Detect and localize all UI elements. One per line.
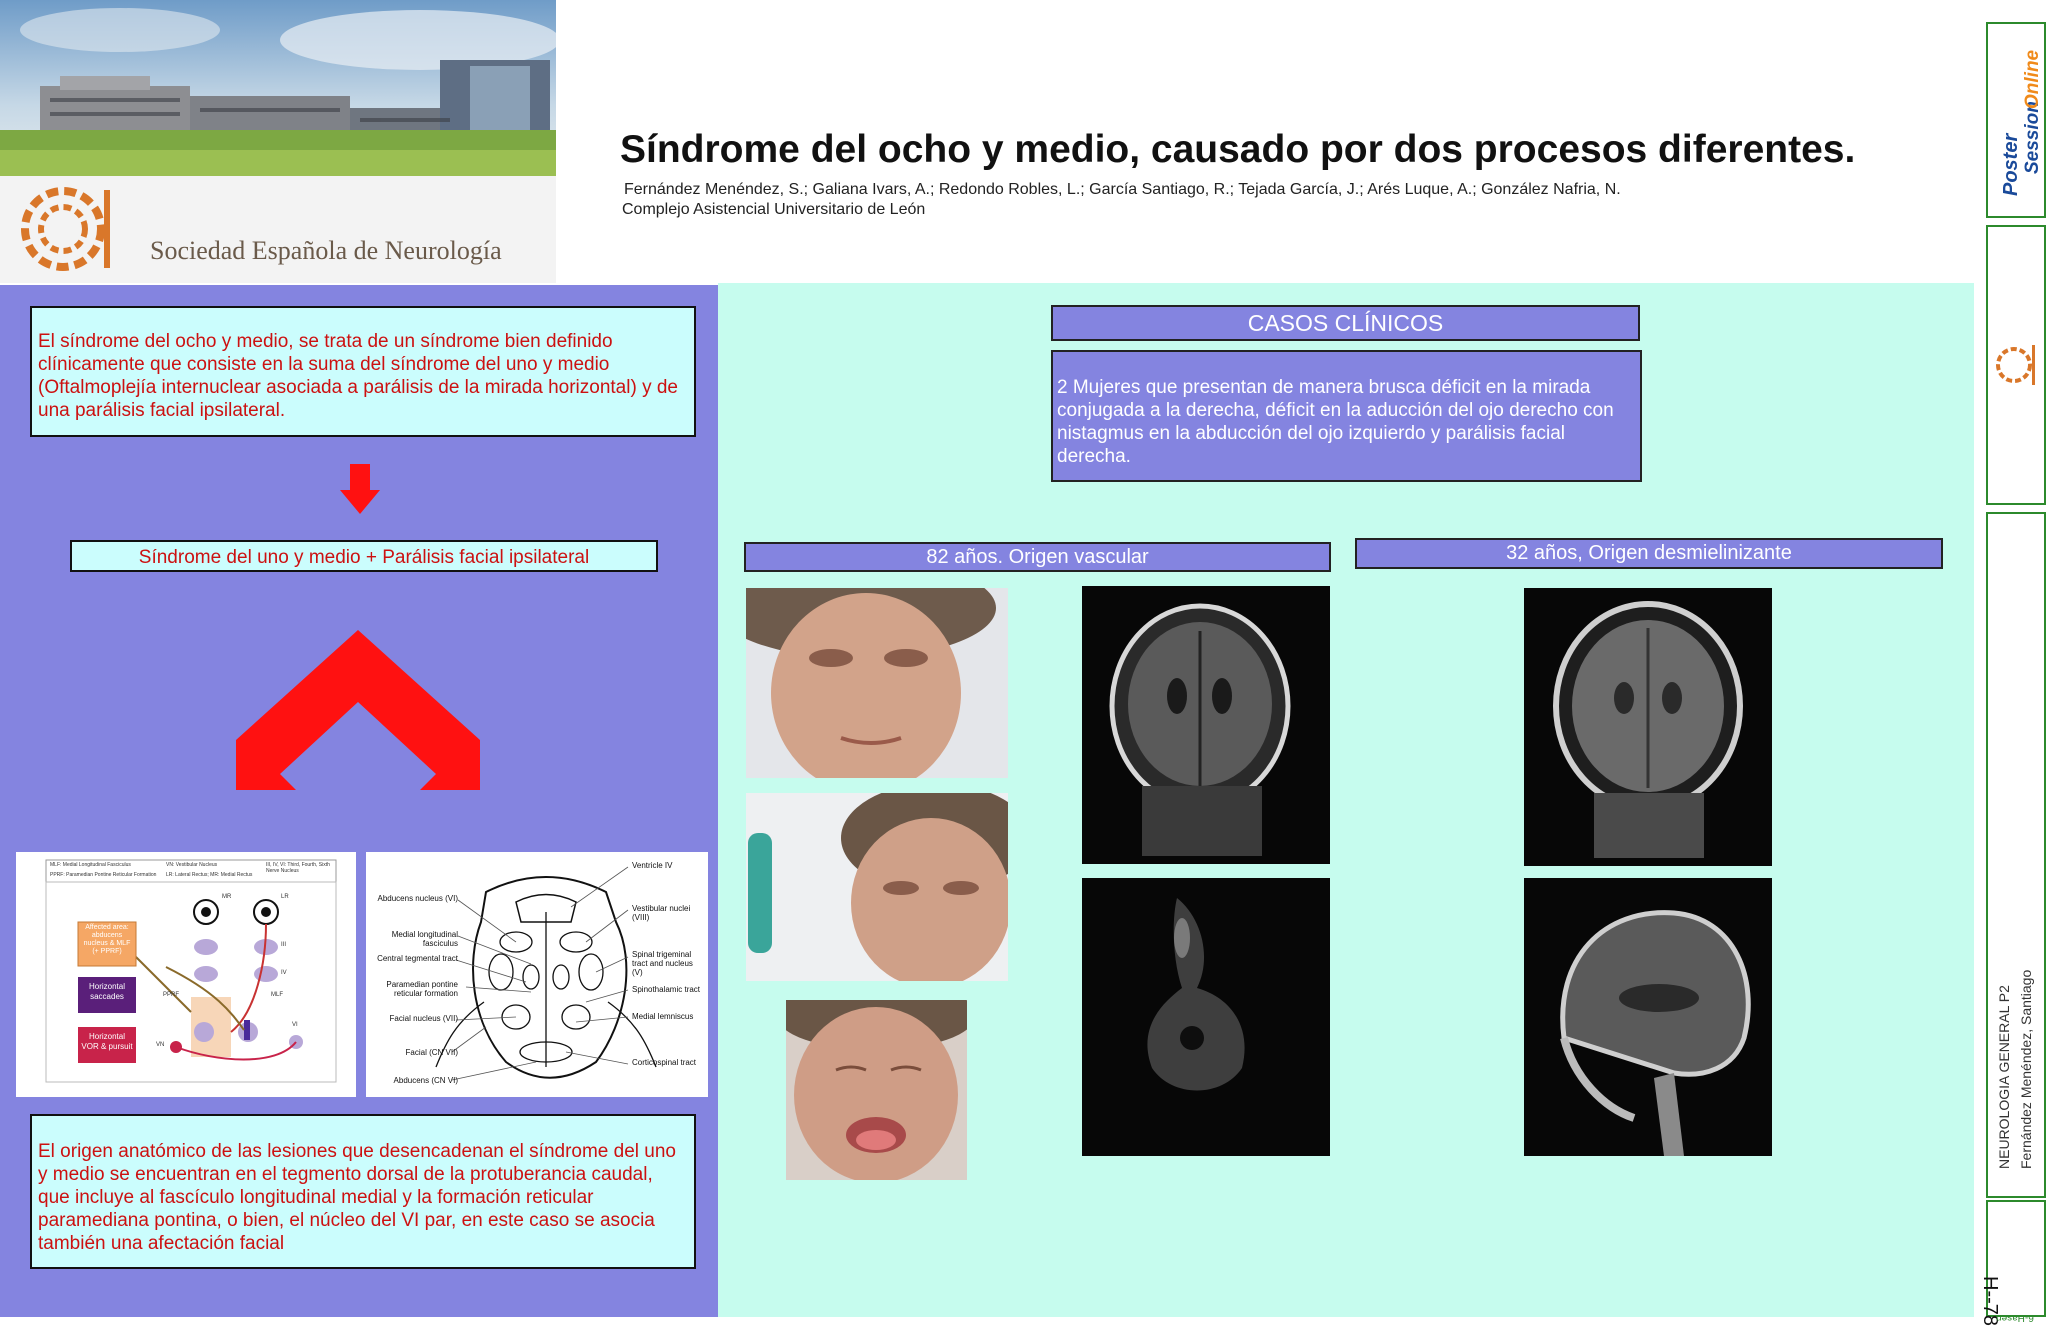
mri-sagittal-case2: [1524, 878, 1772, 1156]
patient-photo-1: [746, 588, 1008, 778]
legend-mlf: MLF: Medial Longitudinal Fasciculus: [50, 862, 131, 868]
brand-session: Session: [2022, 101, 2043, 174]
lbl-corticospinal: Corticospinal tract: [632, 1058, 697, 1067]
poster-code-panel: H--78 6-Hasen: [1979, 1200, 2046, 1326]
lbl-spinothalamic: Spinothalamic tract: [632, 985, 701, 994]
author-label: Fernández Menéndez, Santiago: [2018, 969, 2034, 1169]
mr-label: MR: [222, 894, 232, 900]
case1-label: 82 años. Origen vascular: [744, 542, 1331, 572]
iii-label: III: [281, 942, 287, 948]
lbl-facial-nucleus: Facial nucleus (VII): [389, 1014, 458, 1023]
legend-rectus: LR: Lateral Rectus; MR: Medial Rectus: [166, 872, 253, 878]
lbl-trigeminal: Spinal trigeminal tract and nucleus (V): [632, 950, 693, 977]
brain-small-icon: [1996, 345, 2035, 385]
mlf-label: MLF: [271, 992, 283, 998]
authors: Fernández Menéndez, S.; Galiana Ivars, A…: [624, 181, 1621, 198]
pons-section-diagram: Abducens nucleus (VI) Medial longitudina…: [366, 852, 708, 1097]
origin-text: El origen anatómico de las lesiones que …: [30, 1114, 696, 1269]
down-arrow-icon: [340, 464, 380, 514]
case2-label: 32 años, Origen desmielinizante: [1355, 538, 1943, 569]
mri-dwi-case1: [1082, 878, 1330, 1156]
mri-coronal-case2: [1524, 588, 1772, 866]
lbl-facial-nerve: Facial (CN VII): [405, 1048, 458, 1057]
iv-label: IV: [281, 970, 287, 976]
lbl-pprf: Paramedian pontine reticular formation: [386, 980, 458, 998]
patient-photo-3: [786, 1000, 967, 1180]
brain-icon: [21, 187, 110, 271]
syndrome-formula: Síndrome del uno y medio + Parálisis fac…: [70, 540, 658, 572]
intro-text: El síndrome del ocho y medio, se trata d…: [30, 306, 696, 437]
legend-vn: VN: Vestibular Nucleus: [166, 862, 218, 868]
casos-clinicos-title: CASOS CLÍNICOS: [1051, 305, 1640, 341]
footer-code: 6-Hasen: [1996, 1312, 2034, 1323]
mri-coronal-case1: [1082, 586, 1330, 864]
vn-label: VN: [156, 1042, 165, 1048]
lbl-ventricle: Ventricle IV: [632, 861, 673, 870]
poster-title: Síndrome del ocho y medio, causado por d…: [620, 128, 1856, 171]
split-arrow-icon: [236, 630, 480, 790]
sen-logo: Sociedad Española de Neurología: [0, 176, 556, 283]
postersession-logo: Poster Session Online: [1986, 22, 2046, 218]
lbl-central-tegmental: Central tegmental tract: [377, 954, 458, 963]
lbl-abducens-nerve: Abducens (CN VI): [393, 1076, 458, 1085]
lr-label: LR: [281, 894, 289, 900]
patient-photo-2: [746, 793, 1008, 981]
casos-description: 2 Mujeres que presentan de manera brusca…: [1051, 350, 1642, 482]
institution: Complejo Asistencial Universitario de Le…: [622, 201, 926, 218]
vi-label: VI: [292, 1022, 298, 1028]
saccades-label: Horizontal saccades: [88, 982, 125, 1001]
society-name: Sociedad Española de Neurología: [150, 236, 502, 265]
legend-nuclei: III, IV, VI: Third, Fourth, Sixth Nerve …: [266, 862, 330, 874]
lbl-abducens-nucleus: Abducens nucleus (VI): [377, 894, 459, 903]
lbl-mlf: Medial longitudinal fasciculus: [391, 930, 458, 948]
hospital-photo: [0, 0, 556, 176]
lbl-vestibular: Vestibular nuclei (VIII): [632, 904, 691, 922]
sen-mini-logo: [1986, 225, 2046, 505]
brand-poster: Poster: [2000, 133, 2022, 196]
lbl-lemniscus: Medial lemniscus: [632, 1012, 694, 1021]
pprf-label: PPRF: [163, 992, 180, 998]
area-label: NEUROLOGIA GENERAL P2: [1996, 985, 2012, 1169]
gaze-pathway-diagram: MLF: Medial Longitudinal Fasciculus VN: …: [16, 852, 356, 1097]
legend-pprf: PPRF: Paramedian Pontine Reticular Forma…: [50, 872, 157, 878]
author-info-panel: NEUROLOGIA GENERAL P2 Fernández Menéndez…: [1986, 512, 2046, 1198]
brand-online: Online: [2022, 49, 2043, 109]
vor-pursuit-label: Horizontal VOR & pursuit: [81, 1032, 133, 1051]
affected-area-label: Affected area: abducens nucleus & MLF (+…: [83, 924, 131, 955]
